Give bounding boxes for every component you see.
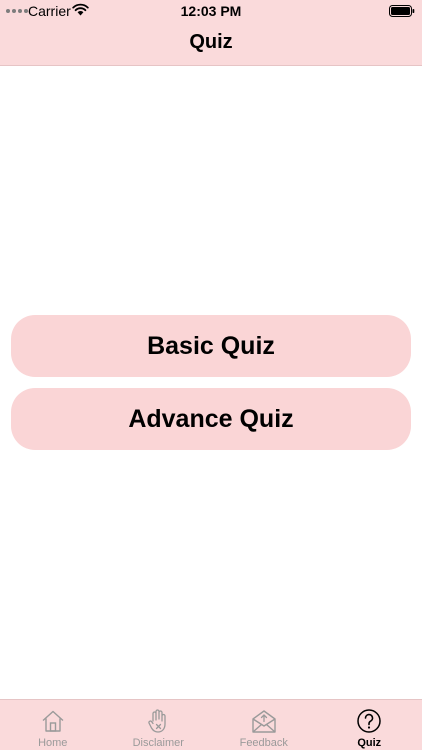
tab-disclaimer-label: Disclaimer	[132, 737, 184, 749]
home-icon	[42, 710, 64, 732]
tab-bar: Home Disclaimer Feedback Quiz	[0, 699, 422, 750]
tab-quiz-label: Quiz	[357, 737, 382, 749]
tab-quiz[interactable]: Quiz	[317, 700, 422, 750]
tab-disclaimer[interactable]: Disclaimer	[106, 700, 212, 750]
tab-home-label: Home	[38, 737, 68, 749]
header: Carrier 12:03 PM Quiz	[0, 0, 422, 66]
status-bar: Carrier 12:03 PM	[0, 0, 422, 22]
page-title: Quiz	[189, 31, 233, 53]
status-time: 12:03 PM	[180, 3, 242, 19]
basic-quiz-button[interactable]: Basic Quiz	[11, 315, 411, 377]
tab-feedback[interactable]: Feedback	[211, 700, 317, 750]
question-circle-icon	[357, 709, 381, 733]
advance-quiz-button[interactable]: Advance Quiz	[11, 388, 411, 450]
hand-icon	[148, 709, 166, 733]
tab-home[interactable]: Home	[0, 700, 106, 750]
tab-feedback-label: Feedback	[239, 737, 288, 749]
envelope-icon	[252, 710, 276, 733]
battery-icon	[389, 4, 415, 20]
